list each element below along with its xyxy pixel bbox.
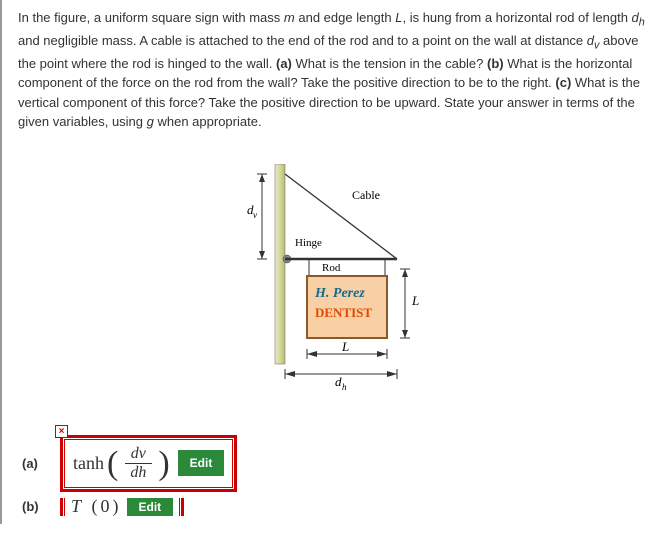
part-label-b: (b) — [22, 499, 50, 514]
dh-label: d — [335, 374, 342, 389]
l-bottom-label: L — [341, 339, 349, 354]
hinge-label: Hinge — [295, 237, 322, 249]
formula-b: T (0) — [71, 498, 119, 516]
edit-button[interactable]: Edit — [127, 498, 174, 516]
formula-a: tanh ( dv dh ) — [73, 446, 170, 481]
answer-box-b[interactable]: T (0) Edit — [60, 498, 184, 516]
answer-box-a[interactable]: tanh ( dv dh ) Edit — [60, 435, 237, 492]
figure-container: d v Cable Hinge Rod H. Perez DENTIST L L — [10, 144, 664, 429]
physics-figure: d v Cable Hinge Rod H. Perez DENTIST L L — [227, 164, 447, 399]
question-text: In the figure, a uniform square sign wit… — [10, 8, 664, 144]
dh-sub: h — [342, 382, 347, 392]
close-icon[interactable]: × — [55, 425, 68, 438]
l-side-label: L — [411, 293, 419, 308]
answer-row-b: (b) × T (0) Edit — [10, 498, 664, 516]
edit-button[interactable]: Edit — [178, 450, 225, 476]
sign-line2: DENTIST — [315, 305, 372, 320]
cable-label: Cable — [352, 188, 380, 202]
sign-line1: H. Perez — [314, 286, 365, 301]
answer-row-a: (a) × tanh ( dv dh ) Edit — [10, 429, 664, 498]
dv-sub: v — [253, 210, 257, 220]
part-label-a: (a) — [22, 456, 50, 471]
rod-label: Rod — [322, 262, 341, 274]
question-body: In the figure, a uniform square sign wit… — [18, 10, 645, 129]
